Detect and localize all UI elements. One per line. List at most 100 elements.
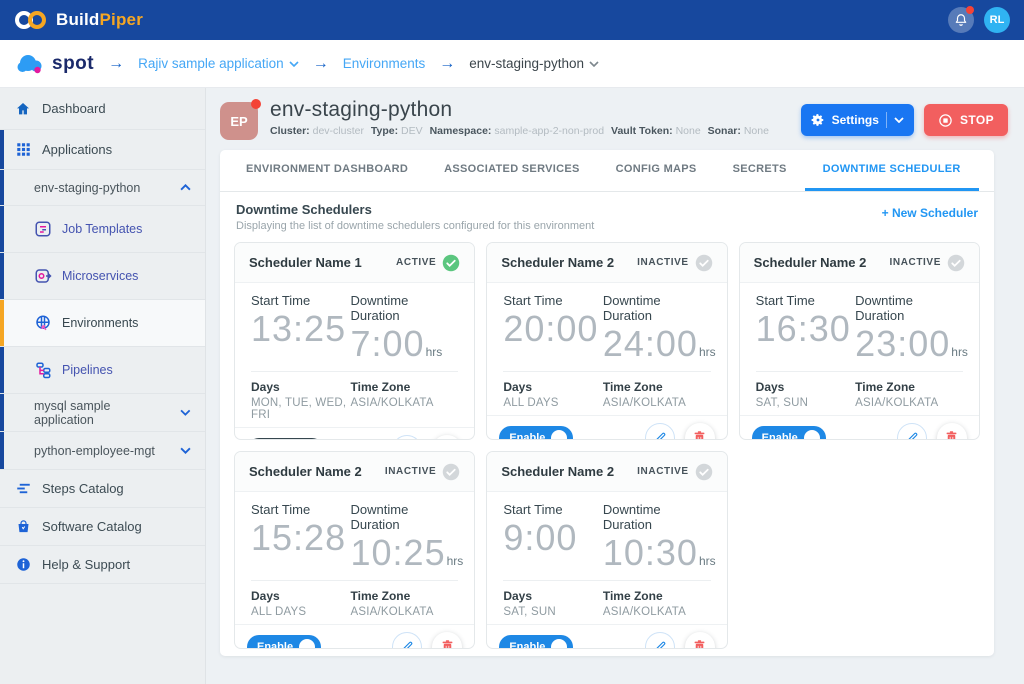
days-value: ALL DAYS [251,606,351,618]
delete-scheduler-button[interactable] [432,435,462,440]
scheduler-card-footer: Enable [487,415,726,440]
breadcrumb-arrow-icon: → [108,55,124,73]
sidebar-item-software-catalog[interactable]: Software Catalog [0,508,205,546]
sidebar-item-job-templates[interactable]: Job Templates [0,206,205,253]
scheduler-name: Scheduler Name 2 [754,255,867,270]
start-time-value: 13:25 [251,310,346,348]
scheduler-card-header: Scheduler Name 2 INACTIVE [487,452,726,492]
section-subtitle: Displaying the list of downtime schedule… [236,220,594,232]
user-avatar[interactable]: RL [984,7,1010,33]
tab-environment-dashboard[interactable]: ENVIRONMENT DASHBOARD [228,150,426,191]
trash-icon [693,431,706,440]
check-circle-icon [695,254,713,272]
duration-label: Downtime Duration [603,502,711,532]
edit-scheduler-button[interactable] [645,423,675,440]
scheduler-card-body: Start Time 9:00 Downtime Duration 10:30 … [487,492,726,624]
start-time-label: Start Time [503,502,603,517]
duration-value: 10:25 [351,534,446,572]
divider [503,371,710,372]
days-value: SAT, SUN [756,397,856,409]
breadcrumb-current-env[interactable]: env-staging-python [469,56,599,71]
start-time-value: 15:28 [251,519,346,557]
duration-label: Downtime Duration [351,293,459,323]
enable-disable-toggle[interactable]: Enable [752,426,826,440]
duration-label: Downtime Duration [603,293,711,323]
info-icon [14,556,32,574]
status-badge: ACTIVE [396,254,460,272]
sidebar-item-applications[interactable]: Applications [0,130,205,170]
edit-scheduler-button[interactable] [645,632,675,649]
environments-icon [34,314,52,332]
enable-disable-toggle[interactable]: Disable [247,438,324,440]
section-title: Downtime Schedulers [236,202,594,217]
scheduler-card-footer: Enable [235,624,474,649]
duration-value: 10:30 [603,534,698,572]
chevron-down-icon [589,61,599,67]
divider [503,580,710,581]
toggle-label: Enable [509,641,545,649]
scheduler-card: Scheduler Name 1 ACTIVE Start Time 13:25… [234,242,475,440]
environment-header: EP env-staging-python Cluster: dev-clust… [220,96,1008,150]
delete-scheduler-button[interactable] [685,632,715,649]
tab-associated-services[interactable]: ASSOCIATED SERVICES [426,150,598,191]
sidebar-item-microservices[interactable]: Microservices [0,253,205,300]
enable-disable-toggle[interactable]: Enable [499,426,573,440]
scheduler-card-header: Scheduler Name 1 ACTIVE [235,243,474,283]
divider [251,371,458,372]
status-badge: INACTIVE [637,254,712,272]
sidebar-group-env-staging-python[interactable]: env-staging-python [0,170,205,206]
enable-disable-toggle[interactable]: Enable [499,635,573,649]
tab-config-maps[interactable]: CONFIG MAPS [598,150,715,191]
sidebar-group-mysql-sample-application[interactable]: mysql sample application [0,394,205,432]
stop-label: STOP [960,113,994,127]
pencil-icon [400,640,414,649]
tab-downtime-scheduler[interactable]: DOWNTIME SCHEDULER [805,150,979,191]
days-value: ALL DAYS [503,397,603,409]
spot-cloud-icon [16,53,46,75]
delete-scheduler-button[interactable] [685,423,715,440]
edit-scheduler-button[interactable] [897,423,927,440]
sidebar-item-label: Pipelines [62,363,113,377]
scheduler-card-header: Scheduler Name 2 INACTIVE [487,243,726,283]
job-templates-icon [34,220,52,238]
scheduler-card-body: Start Time 16:30 Downtime Duration 23:00… [740,283,979,415]
duration-value: 24:00 [603,325,698,363]
stop-button[interactable]: STOP [924,104,1008,136]
edit-scheduler-button[interactable] [392,632,422,649]
sidebar-item-label: Steps Catalog [42,481,124,496]
chevron-down-icon [180,409,191,416]
settings-button[interactable]: Settings [801,104,914,136]
sidebar-group-python-employee-mgt[interactable]: python-employee-mgt [0,432,205,470]
scheduler-name: Scheduler Name 1 [249,255,362,270]
applications-section: Applications env-staging-python Job Temp… [0,130,205,470]
group-label: python-employee-mgt [34,444,155,458]
sidebar-item-dashboard[interactable]: Dashboard [0,88,205,130]
breadcrumb-environments[interactable]: Environments [343,56,426,71]
settings-label: Settings [832,113,879,127]
tab-bar: ENVIRONMENT DASHBOARD ASSOCIATED SERVICE… [220,150,994,192]
toggle-knob [804,430,820,440]
spot-logo-text: spot [52,53,94,75]
tab-secrets[interactable]: SECRETS [715,150,805,191]
notifications-button[interactable] [948,7,974,33]
duration-value: 23:00 [855,325,950,363]
sidebar-item-environments[interactable]: Environments [0,300,205,347]
scheduler-card-body: Start Time 15:28 Downtime Duration 10:25… [235,492,474,624]
sidebar-item-label: Dashboard [42,101,106,116]
scheduler-name: Scheduler Name 2 [501,255,614,270]
buildpiper-logo[interactable]: BuildPiper [14,10,143,30]
new-scheduler-button[interactable]: + New Scheduler [882,206,978,220]
gear-icon [811,113,825,127]
delete-scheduler-button[interactable] [937,423,967,440]
enable-disable-toggle[interactable]: Enable [247,635,321,649]
scheduler-card-header: Scheduler Name 2 INACTIVE [235,452,474,492]
sidebar-item-steps-catalog[interactable]: Steps Catalog [0,470,205,508]
sidebar-item-help-support[interactable]: Help & Support [0,546,205,584]
spot-logo[interactable]: spot [16,53,94,75]
breadcrumb-application[interactable]: Rajiv sample application [138,56,299,71]
sidebar-item-pipelines[interactable]: Pipelines [0,347,205,394]
edit-scheduler-button[interactable] [392,435,422,440]
delete-scheduler-button[interactable] [432,632,462,649]
status-badge: INACTIVE [890,254,965,272]
duration-unit: hrs [699,554,716,568]
